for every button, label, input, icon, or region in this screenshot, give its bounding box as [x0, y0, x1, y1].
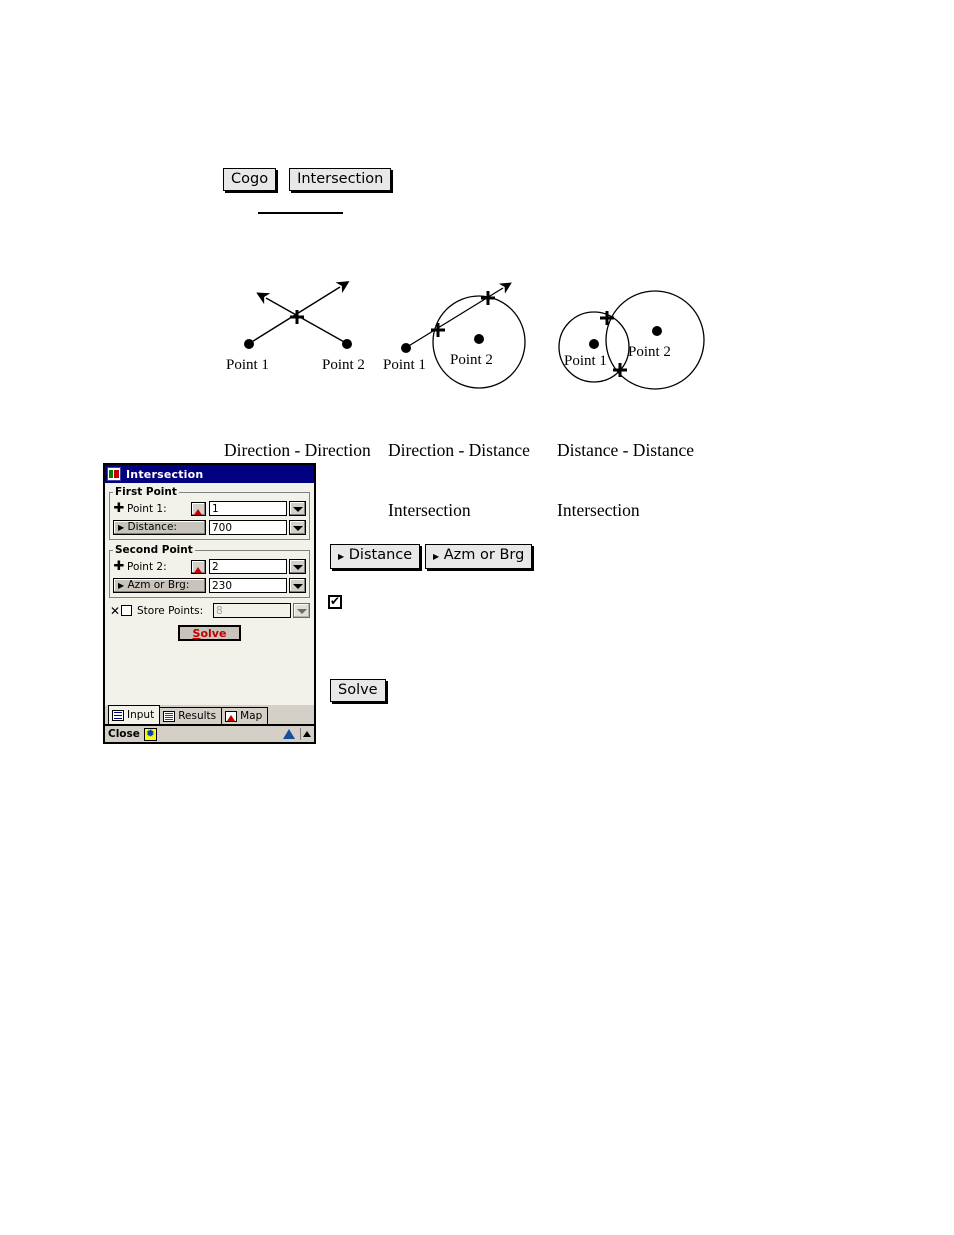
dialog-title: Intersection — [126, 467, 204, 481]
map-icon — [225, 710, 238, 722]
point-1-input[interactable]: 1 — [209, 501, 287, 516]
caption-line-1: Direction - Direction — [224, 440, 371, 460]
chevron-right-icon: ▶ — [338, 552, 345, 561]
breadcrumb: Cogo Intersection — [223, 168, 392, 191]
azm-or-brg-label: Azm or Brg: — [127, 579, 190, 591]
plus-icon: ✚ — [113, 500, 125, 516]
store-points-checkbox[interactable] — [121, 605, 132, 616]
input-form-icon — [112, 709, 124, 721]
cross-icon: ✕ — [109, 603, 121, 618]
first-point-group: First Point ✚ Point 1: 1 ▶ Distance: 700 — [109, 486, 310, 540]
intersection-dialog: Intersection First Point ✚ Point 1: 1 ▶ … — [103, 463, 316, 744]
distance-method-label: Distance: — [127, 521, 177, 533]
tab-map-label: Map — [240, 710, 263, 722]
azm-or-brg-callout-label: Azm or Brg — [443, 547, 525, 563]
survey-tool-icon[interactable] — [283, 728, 296, 740]
point-2-label: Point 2: — [127, 560, 167, 573]
caption-line-2: Intersection — [557, 500, 640, 520]
tab-input[interactable]: Input — [108, 705, 161, 724]
dialog-titlebar: Intersection — [105, 465, 314, 483]
distance-input[interactable]: 700 — [209, 520, 287, 535]
tab-results-label: Results — [178, 710, 217, 722]
cogo-button[interactable]: Cogo — [223, 168, 277, 191]
azm-or-brg-dropdown-icon[interactable] — [289, 578, 306, 593]
section-divider — [258, 212, 343, 214]
dialog-tabstrip: Input Results Map — [105, 705, 314, 724]
store-points-dropdown-icon[interactable] — [293, 603, 310, 618]
caption-line-1: Distance - Distance — [557, 440, 695, 460]
store-points-label: Store Points: — [137, 604, 204, 617]
azm-or-brg-callout-button[interactable]: ▶ Azm or Brg — [425, 544, 533, 569]
checked-checkbox-icon[interactable] — [328, 594, 342, 609]
store-points-row: ✕ Store Points: 8 — [109, 602, 310, 619]
point-2-dropdown-icon[interactable] — [289, 559, 306, 574]
point-1-label: Point 1: — [127, 502, 167, 515]
map-pick-icon-1[interactable] — [191, 501, 206, 516]
solve-callout-button[interactable]: Solve — [330, 679, 386, 702]
store-points-input[interactable]: 8 — [213, 603, 291, 618]
point-2-input[interactable]: 2 — [209, 559, 287, 574]
app-icon — [107, 467, 121, 481]
azm-or-brg-input[interactable]: 230 — [209, 578, 287, 593]
dialog-statusbar: Close — [105, 724, 314, 742]
caption-line-2: Intersection — [388, 500, 471, 520]
first-method-row: ▶ Distance: 700 — [113, 519, 306, 536]
close-button[interactable]: Close — [108, 728, 140, 740]
solve-button-container: Solve — [109, 625, 310, 641]
second-point-legend: Second Point — [115, 544, 193, 556]
dialog-client-area: First Point ✚ Point 1: 1 ▶ Distance: 700… — [105, 483, 314, 705]
plus-icon: ✚ — [113, 558, 125, 574]
second-method-row: ▶ Azm or Brg: 230 — [113, 577, 306, 594]
chevron-right-icon: ▶ — [118, 523, 125, 532]
tab-input-label: Input — [127, 709, 155, 721]
distance-method-button[interactable]: ▶ Distance: — [113, 520, 206, 535]
diagram-1-point-1-label: Point 1 — [226, 357, 269, 373]
chevron-right-icon: ▶ — [118, 581, 125, 590]
azm-or-brg-method-button[interactable]: ▶ Azm or Brg: — [113, 578, 206, 593]
diagram-1-point-2-label: Point 2 — [322, 357, 365, 373]
distance-dropdown-icon[interactable] — [289, 520, 306, 535]
diagram-3-point-2-label: Point 2 — [628, 344, 671, 360]
second-point-group: Second Point ✚ Point 2: 2 ▶ Azm or Brg: … — [109, 544, 310, 598]
chevron-up-icon[interactable] — [303, 728, 312, 740]
distance-callout-label: Distance — [348, 547, 413, 563]
first-point-legend: First Point — [115, 486, 177, 498]
caption-direction-distance: Direction - Distance Intersection — [388, 400, 530, 540]
results-list-icon — [163, 710, 176, 722]
callout-distance: ▶ Distance — [330, 544, 421, 569]
diagram-2-point-1-label: Point 1 — [383, 357, 426, 373]
first-point-row: ✚ Point 1: 1 — [113, 500, 306, 517]
callout-checkbox — [328, 594, 342, 609]
point-1-dropdown-icon[interactable] — [289, 501, 306, 516]
caption-line-1: Direction - Distance — [388, 440, 530, 460]
statusbar-divider — [300, 728, 301, 740]
chevron-right-icon: ▶ — [433, 552, 440, 561]
intersection-button[interactable]: Intersection — [289, 168, 392, 191]
callout-azm-or-brg: ▶ Azm or Brg — [425, 544, 533, 569]
map-pick-icon-2[interactable] — [191, 559, 206, 574]
tab-results[interactable]: Results — [159, 707, 223, 724]
diagram-2-point-2-label: Point 2 — [450, 352, 493, 368]
solve-button[interactable]: Solve — [178, 625, 241, 641]
caption-distance-distance: Distance - Distance Intersection — [557, 400, 694, 540]
callout-solve: Solve — [330, 679, 386, 702]
distance-callout-button[interactable]: ▶ Distance — [330, 544, 421, 569]
star-icon[interactable] — [143, 727, 157, 741]
second-point-row: ✚ Point 2: 2 — [113, 558, 306, 575]
tab-map[interactable]: Map — [221, 707, 269, 724]
diagram-3-point-1-label: Point 1 — [564, 353, 607, 369]
solve-label-rest: olve — [200, 627, 227, 640]
